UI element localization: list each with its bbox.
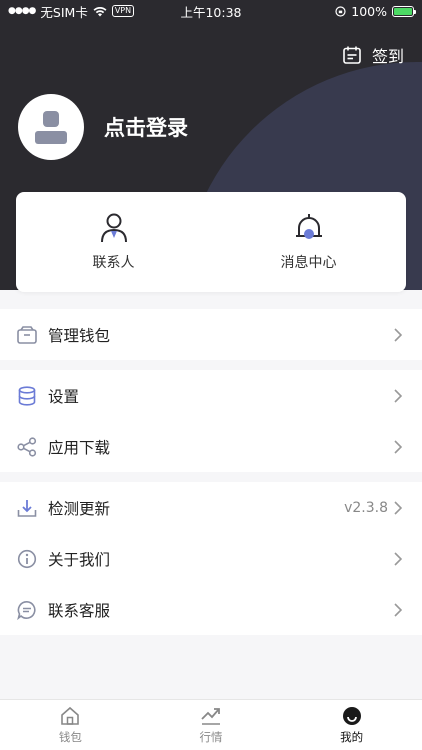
download-icon [16,497,38,519]
settings-label: 设置 [48,387,80,406]
tab-mine-label: 我的 [340,729,364,744]
tab-market[interactable]: 行情 [141,700,282,750]
user-avatar-icon [35,111,67,144]
contacts-label: 联系人 [92,255,135,271]
database-icon [16,385,38,407]
trend-icon [201,707,220,725]
menu-group-wallet: 管理钱包 [0,309,422,360]
app-download-label: 应用下载 [48,438,111,457]
calendar-icon [343,46,361,64]
checkin-button[interactable]: 签到 [342,43,404,67]
home-icon [61,706,80,725]
bell-icon [295,214,322,239]
tab-wallet[interactable]: 钱包 [0,700,141,750]
contacts-button[interactable]: 联系人 [16,192,211,292]
avatar[interactable] [18,94,84,160]
contacts-icon [100,213,127,243]
menu-item-check-update[interactable]: 检测更新 v2.3.8 [0,482,422,533]
chevron-right-icon [394,439,406,454]
info-icon [16,548,38,570]
wallet-icon [16,324,38,346]
tab-wallet-label: 钱包 [58,729,82,744]
battery-percent: 100% [351,3,387,19]
profile-icon [342,706,361,725]
status-bar: ●●●● 无SIM卡 VPN 上午10:38 100% [0,0,422,22]
bottom-tab-bar: 钱包 行情 我的 [0,699,422,750]
message-center-label: 消息中心 [280,255,337,271]
quick-actions-card: 联系人 消息中心 [16,192,406,292]
share-icon [16,436,38,458]
about-us-label: 关于我们 [48,550,111,569]
orientation-lock-icon [335,5,346,17]
menu-item-customer-service[interactable]: 联系客服 [0,584,422,635]
menu-item-settings[interactable]: 设置 [0,370,422,421]
menu-group-settings: 设置 应用下载 [0,370,422,472]
menu-group-about: 检测更新 v2.3.8 关于我们 联系客服 [0,482,422,635]
menu-item-manage-wallet[interactable]: 管理钱包 [0,309,422,360]
carrier-text: 无SIM卡 [40,4,88,20]
vpn-badge: VPN [111,5,135,17]
chat-icon [16,599,38,621]
customer-service-label: 联系客服 [48,601,111,620]
menu-item-about-us[interactable]: 关于我们 [0,533,422,584]
battery-icon [392,5,416,17]
signal-icon: ●●●● [8,6,36,16]
chevron-right-icon [394,327,406,342]
chevron-right-icon [394,388,406,403]
wifi-icon [93,6,107,16]
chevron-right-icon [394,500,406,515]
login-prompt[interactable]: 点击登录 [104,112,188,142]
menu-item-app-download[interactable]: 应用下载 [0,421,422,472]
message-center-button[interactable]: 消息中心 [211,192,406,292]
tab-market-label: 行情 [199,729,223,744]
tab-mine[interactable]: 我的 [281,700,422,750]
chevron-right-icon [394,551,406,566]
chevron-right-icon [394,602,406,617]
checkin-label: 签到 [371,47,404,66]
check-update-label: 检测更新 [48,499,111,518]
version-text: v2.3.8 [344,499,388,516]
manage-wallet-label: 管理钱包 [48,326,111,345]
